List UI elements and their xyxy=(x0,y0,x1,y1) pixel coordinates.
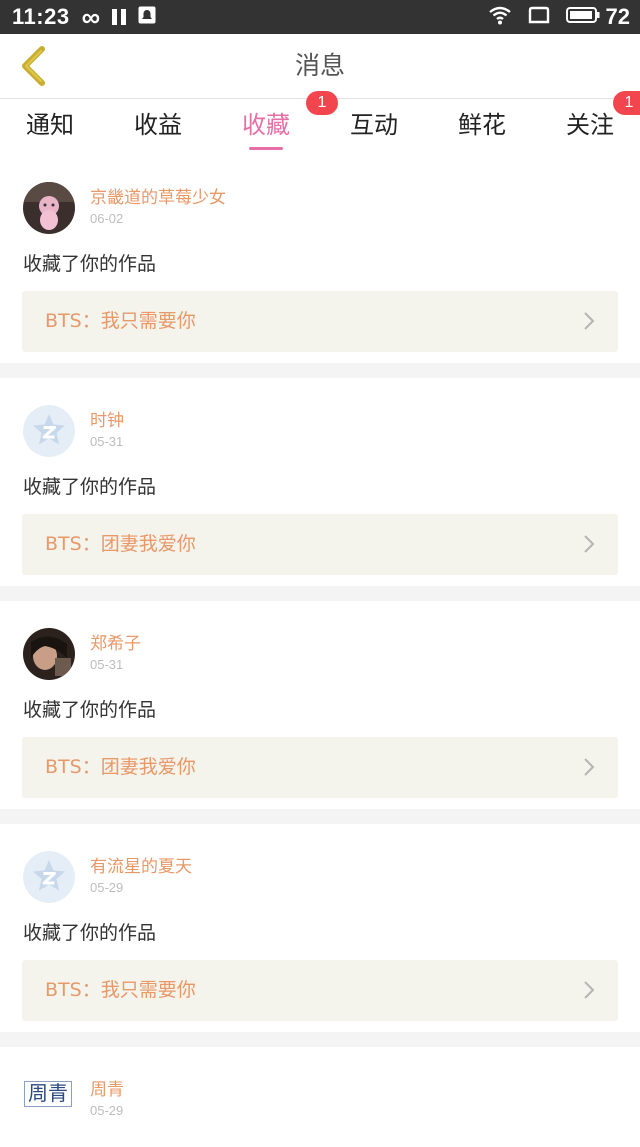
tab-label: 收藏 xyxy=(242,111,290,139)
timestamp: 06-02 xyxy=(90,211,124,226)
tab-notifications[interactable]: 通知 xyxy=(0,99,100,155)
list-item: 周青 周青 05-29 xyxy=(0,1047,640,1147)
work-link[interactable]: BTS：我只需要你 xyxy=(22,291,618,352)
work-link[interactable]: BTS：我只需要你 xyxy=(22,960,618,1021)
avatar[interactable] xyxy=(23,405,75,457)
list-item: 时钟 05-31 收藏了你的作品 BTS：团妻我爱你 xyxy=(0,378,640,586)
tab-flowers[interactable]: 鲜花 xyxy=(432,99,532,155)
active-tab-indicator xyxy=(249,147,283,150)
user-name[interactable]: 周青 xyxy=(90,1075,124,1100)
status-time: 11:23 xyxy=(12,4,70,29)
user-name[interactable]: 有流星的夏天 xyxy=(90,852,192,877)
tab-follows[interactable]: 关注 1 xyxy=(540,91,640,155)
list-item: 有流星的夏天 05-29 收藏了你的作品 BTS：我只需要你 xyxy=(0,824,640,1032)
user-name[interactable]: 京畿道的草莓少女 xyxy=(90,183,226,208)
chevron-right-icon xyxy=(584,535,595,553)
timestamp: 05-29 xyxy=(90,1103,124,1118)
action-text: 收藏了你的作品 xyxy=(23,699,157,721)
work-title: BTS：我只需要你 xyxy=(45,979,196,1001)
list-item: 郑希子 05-31 收藏了你的作品 BTS：团妻我爱你 xyxy=(0,601,640,809)
avatar[interactable] xyxy=(23,851,75,903)
unread-badge: 1 xyxy=(613,91,640,115)
wifi-icon xyxy=(488,5,512,30)
tab-interactions[interactable]: 互动 xyxy=(324,99,424,155)
work-title: BTS：我只需要你 xyxy=(45,310,196,332)
work-link[interactable]: BTS：团妻我爱你 xyxy=(22,514,618,575)
timestamp: 05-31 xyxy=(90,657,124,672)
infinity-icon: ∞ xyxy=(81,2,101,32)
pause-icon xyxy=(112,9,127,25)
action-text: 收藏了你的作品 xyxy=(23,922,157,944)
avatar[interactable] xyxy=(23,628,75,680)
action-text: 收藏了你的作品 xyxy=(23,253,157,275)
avatar-text: 周青 xyxy=(28,1081,68,1105)
timestamp: 05-29 xyxy=(90,880,124,895)
tab-label: 收益 xyxy=(134,111,182,139)
battery-level: 72 xyxy=(605,4,630,29)
chevron-right-icon xyxy=(584,758,595,776)
work-title: BTS：团妻我爱你 xyxy=(45,756,196,778)
tab-label: 互动 xyxy=(350,111,398,139)
user-name[interactable]: 时钟 xyxy=(90,406,124,431)
avatar[interactable] xyxy=(23,182,75,234)
battery-icon xyxy=(565,6,600,29)
timestamp: 05-31 xyxy=(90,434,124,449)
tab-favorites[interactable]: 收藏 1 xyxy=(216,91,338,155)
action-text: 收藏了你的作品 xyxy=(23,476,157,498)
tab-earnings[interactable]: 收益 xyxy=(108,99,208,155)
page-title: 消息 xyxy=(294,51,345,80)
chevron-right-icon xyxy=(584,981,595,999)
notification-app-icon xyxy=(138,6,156,29)
status-bar: 11:23 ∞ 72 xyxy=(0,0,640,34)
work-title: BTS：团妻我爱你 xyxy=(45,533,196,555)
screen-icon xyxy=(528,6,550,29)
work-link[interactable]: BTS：团妻我爱你 xyxy=(22,737,618,798)
tab-label: 鲜花 xyxy=(458,111,506,139)
tab-bar: 通知 收益 收藏 1 互动 鲜花 关注 1 xyxy=(0,91,640,155)
top-bar: 消息 xyxy=(0,34,640,99)
list-item: 京畿道的草莓少女 06-02 收藏了你的作品 BTS：我只需要你 xyxy=(0,155,640,363)
user-name[interactable]: 郑希子 xyxy=(90,629,141,654)
chevron-right-icon xyxy=(584,312,595,330)
avatar[interactable]: 周青 xyxy=(24,1081,72,1107)
tab-label: 通知 xyxy=(26,111,74,139)
